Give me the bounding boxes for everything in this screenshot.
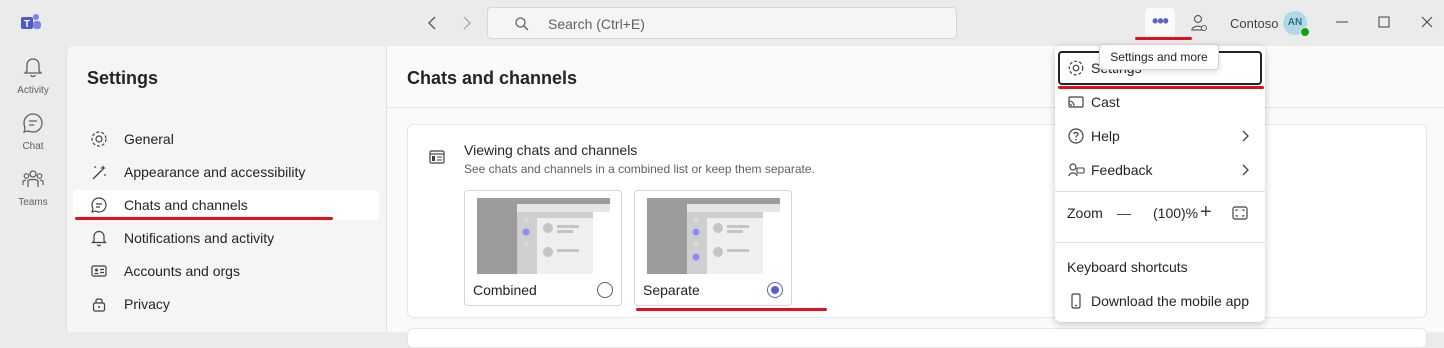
settings-title: Settings — [87, 68, 159, 88]
chevron-right-icon — [463, 16, 472, 30]
layout-icon — [429, 150, 445, 164]
presence-available-icon — [1300, 27, 1310, 37]
zoom-out-button[interactable]: — — [1117, 205, 1131, 221]
svg-text:T: T — [24, 19, 30, 30]
rail-item-chat[interactable]: Chat — [0, 112, 66, 152]
chevron-left-icon — [427, 16, 436, 30]
nav-item-label: Appearance and accessibility — [124, 164, 306, 180]
people-settings-icon[interactable] — [1189, 13, 1209, 33]
menu-item-feedback[interactable]: Feedback — [1055, 154, 1265, 186]
menu-item-label: Cast — [1091, 94, 1120, 110]
rail-item-activity[interactable]: Activity — [0, 56, 66, 96]
back-button[interactable] — [423, 13, 443, 33]
separate-preview-image — [647, 198, 780, 274]
settings-nav: Settings General Appearance and accessib… — [66, 46, 386, 332]
nav-item-label: Privacy — [124, 296, 170, 312]
annotation-underline — [1135, 37, 1192, 40]
feedback-icon — [1067, 161, 1085, 179]
annotation-underline — [1058, 86, 1264, 89]
forward-button[interactable] — [456, 13, 476, 33]
chat-icon — [23, 113, 43, 133]
option-separate[interactable]: Separate — [634, 190, 792, 306]
bell-icon — [23, 58, 43, 78]
phone-icon — [1067, 292, 1085, 310]
menu-divider — [1055, 242, 1265, 243]
rail-item-label: Chat — [22, 141, 44, 152]
settings-nav-general[interactable]: General — [73, 124, 379, 154]
nav-item-label: Accounts and orgs — [124, 263, 240, 279]
chevron-right-icon — [1242, 130, 1249, 142]
zoom-row: Zoom — (100)% + — [1055, 198, 1265, 228]
menu-item-download-app[interactable]: Download the mobile app — [1055, 285, 1265, 317]
rail-item-label: Teams — [18, 197, 48, 208]
separate-radio[interactable] — [767, 282, 783, 298]
menu-divider — [1055, 191, 1265, 192]
search-icon — [515, 17, 529, 31]
settings-nav-privacy[interactable]: Privacy — [73, 289, 379, 319]
title-bar: T Search (Ctrl+E) ••• Contoso AN — [0, 0, 1444, 46]
settings-nav-chats-and-channels[interactable]: Chats and channels — [73, 190, 379, 220]
app-rail: Activity Chat Teams — [0, 46, 66, 332]
close-icon[interactable] — [1419, 14, 1435, 30]
zoom-label: Zoom — [1067, 205, 1103, 221]
card-title: Viewing chats and channels — [464, 142, 638, 158]
nav-item-label: Notifications and activity — [124, 230, 275, 246]
help-icon — [1067, 127, 1085, 145]
nav-item-label: Chats and channels — [124, 197, 248, 213]
wand-icon — [89, 162, 109, 182]
teams-icon — [22, 170, 44, 187]
gear-icon — [89, 129, 109, 149]
zoom-in-button[interactable]: + — [1200, 201, 1212, 224]
settings-nav-notifications[interactable]: Notifications and activity — [73, 223, 379, 253]
menu-item-help[interactable]: Help — [1055, 120, 1265, 152]
main-content: Chats and channels Viewing chats and cha… — [386, 46, 1444, 348]
card-subtitle: See chats and channels in a combined lis… — [464, 162, 815, 176]
menu-item-label: Feedback — [1091, 162, 1153, 178]
menu-item-keyboard-shortcuts[interactable]: Keyboard shortcuts — [1055, 251, 1265, 283]
combined-preview-image — [477, 198, 610, 274]
cast-icon — [1067, 93, 1085, 111]
next-card — [407, 328, 1427, 348]
settings-nav-accounts[interactable]: Accounts and orgs — [73, 256, 379, 286]
annotation-underline — [636, 308, 827, 311]
divider — [387, 107, 1444, 108]
rail-item-teams[interactable]: Teams — [0, 168, 66, 208]
annotation-underline — [75, 217, 333, 220]
id-card-icon — [89, 261, 109, 281]
combined-radio[interactable] — [597, 282, 613, 298]
zoom-value: (100)% — [1153, 205, 1199, 221]
teams-logo[interactable]: T — [20, 12, 42, 34]
search-input[interactable]: Search (Ctrl+E) — [487, 7, 957, 39]
bell-icon — [89, 228, 109, 248]
settings-nav-appearance[interactable]: Appearance and accessibility — [73, 157, 379, 187]
viewing-chats-card: Viewing chats and channels See chats and… — [407, 124, 1427, 318]
maximize-icon[interactable] — [1376, 14, 1392, 30]
minimize-icon[interactable] — [1334, 14, 1350, 30]
tooltip: Settings and more — [1099, 44, 1219, 70]
lock-icon — [89, 294, 109, 314]
fullscreen-icon[interactable] — [1232, 206, 1248, 220]
option-combined[interactable]: Combined — [464, 190, 622, 306]
chevron-right-icon — [1242, 164, 1249, 176]
settings-and-more-button[interactable]: ••• — [1145, 8, 1175, 38]
option-label: Combined — [473, 282, 537, 298]
menu-item-label: Help — [1091, 128, 1120, 144]
gear-icon — [1067, 59, 1085, 77]
option-label: Separate — [643, 282, 700, 298]
nav-item-label: General — [124, 131, 174, 147]
rail-item-label: Activity — [17, 85, 49, 96]
search-placeholder: Search (Ctrl+E) — [548, 16, 645, 32]
chat-icon — [89, 195, 109, 215]
menu-item-cast[interactable]: Cast — [1055, 86, 1265, 118]
org-name[interactable]: Contoso — [1230, 16, 1278, 31]
page-title: Chats and channels — [407, 68, 578, 88]
menu-item-label: Download the mobile app — [1091, 293, 1249, 309]
menu-item-label: Keyboard shortcuts — [1067, 259, 1188, 275]
